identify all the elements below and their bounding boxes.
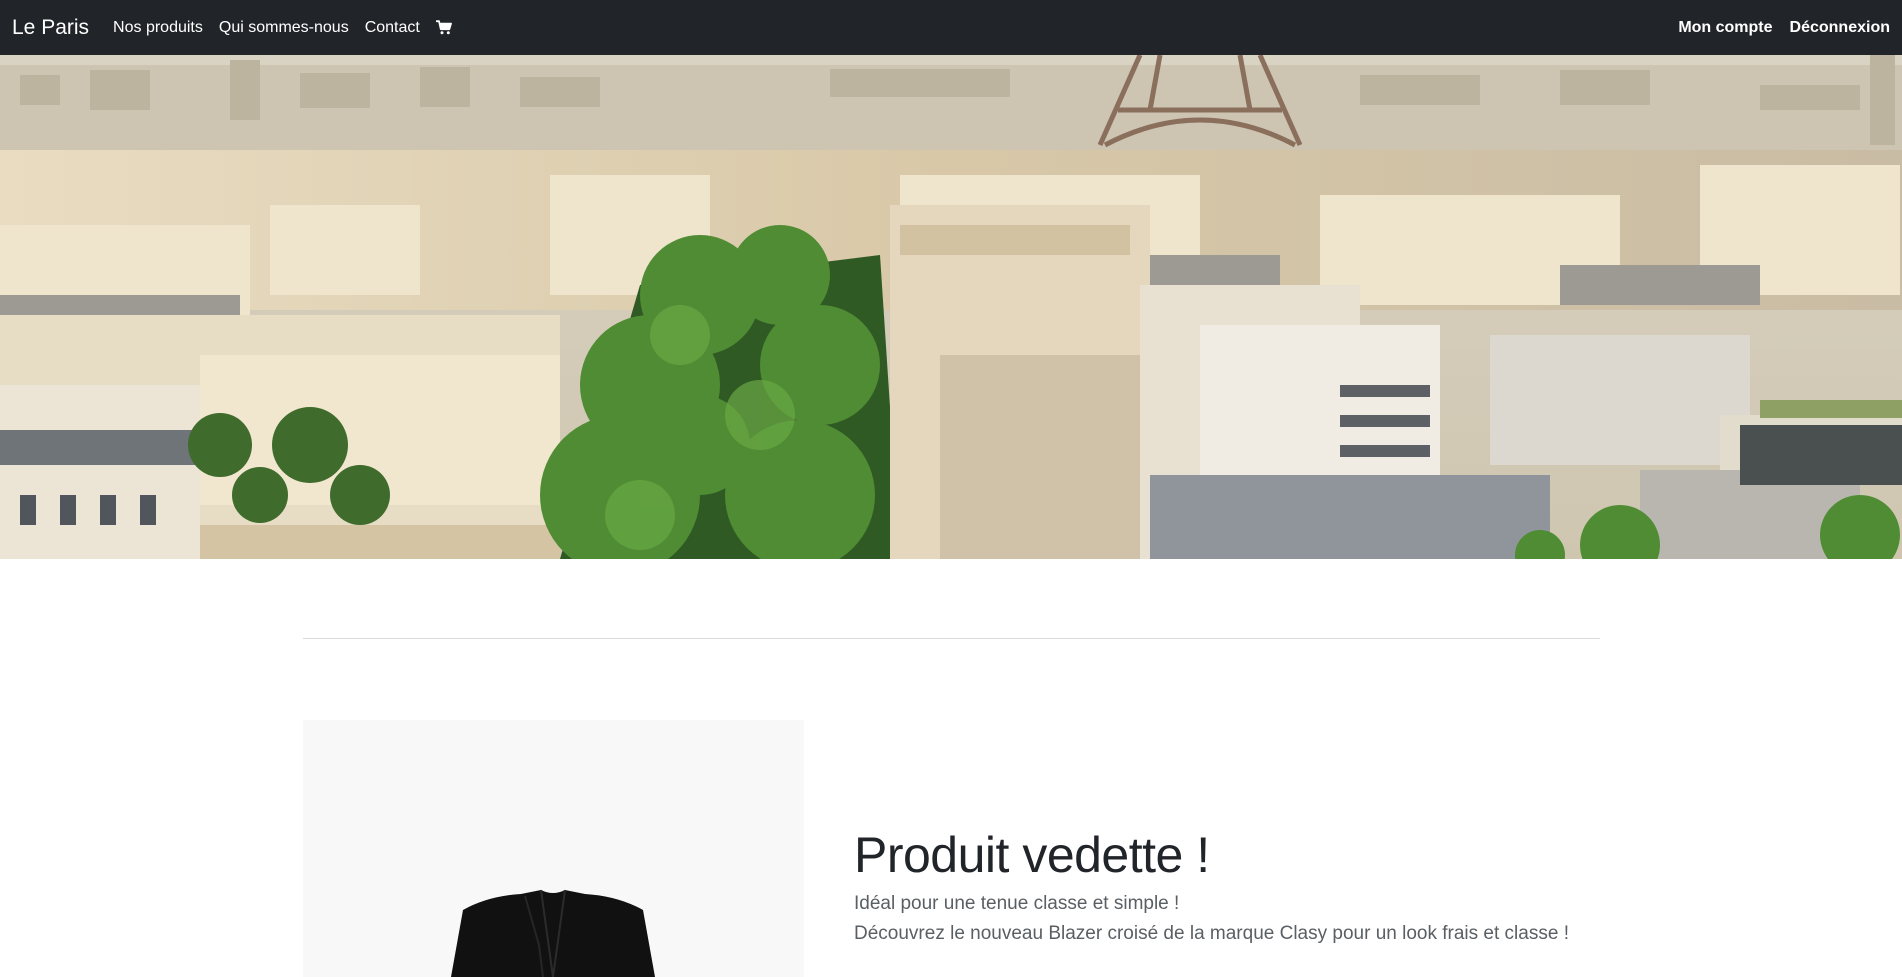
featured-product-title: Produit vedette !: [854, 827, 1210, 883]
top-navbar: Le Paris Nos produits Qui sommes-nous Co…: [0, 0, 1902, 55]
main-nav: Nos produits Qui sommes-nous Contact: [113, 18, 468, 38]
section-divider: [303, 638, 1600, 639]
account-nav: Mon compte Déconnexion: [1661, 19, 1890, 37]
featured-product-description: Découvrez le nouveau Blazer croisé de la…: [854, 923, 1569, 944]
blazer-icon: [451, 889, 655, 977]
nav-link-qui-sommes-nous[interactable]: Qui sommes-nous: [219, 19, 349, 37]
featured-product-tagline: Idéal pour une tenue classe et simple !: [854, 893, 1180, 914]
nav-link-contact[interactable]: Contact: [365, 19, 420, 37]
nav-link-produits[interactable]: Nos produits: [113, 19, 203, 37]
my-account-link[interactable]: Mon compte: [1678, 19, 1772, 37]
brand-logo[interactable]: Le Paris: [12, 16, 89, 40]
logout-link[interactable]: Déconnexion: [1790, 19, 1890, 37]
cart-icon[interactable]: [435, 18, 452, 38]
hero-image: [0, 55, 1902, 559]
featured-product-image: [303, 720, 804, 977]
